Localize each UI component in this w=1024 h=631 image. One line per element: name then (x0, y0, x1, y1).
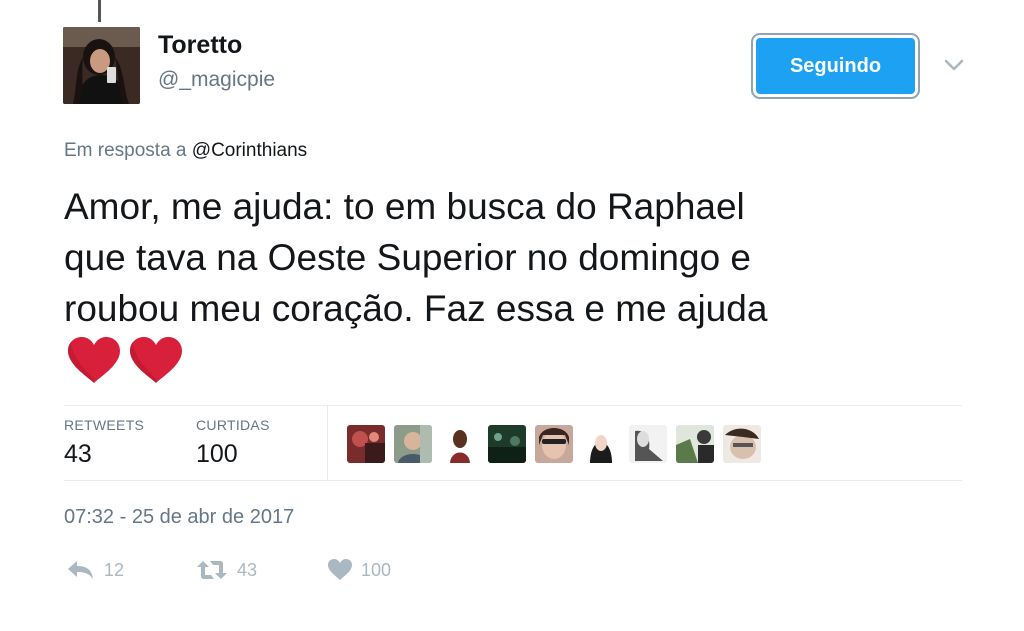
likes-stat[interactable]: CURTIDAS 100 (196, 417, 270, 469)
retweets-stat[interactable]: RETWEETS 43 (64, 417, 144, 469)
retweets-count: 43 (64, 440, 92, 468)
liker-avatars (347, 425, 761, 463)
stats-top-divider (64, 405, 962, 406)
reply-button[interactable]: 12 (66, 556, 124, 584)
reply-context: Em resposta a @Corinthians (64, 140, 307, 162)
liker-avatar[interactable] (347, 425, 385, 463)
avatar-photo (63, 27, 140, 104)
stats-bottom-divider (64, 480, 962, 481)
likes-count: 100 (196, 440, 238, 468)
tweet-timestamp[interactable]: 07:32 - 25 de abr de 2017 (64, 506, 294, 529)
like-count: 100 (361, 559, 392, 580)
tweet-text-line: que tava na Oeste Superior no domingo e (64, 237, 752, 278)
retweet-icon (197, 561, 227, 579)
author-display-name[interactable]: Toretto (158, 31, 242, 60)
retweet-button[interactable]: 43 (195, 556, 257, 584)
stats-separator (327, 406, 328, 481)
liker-avatar[interactable] (441, 425, 479, 463)
reply-count: 12 (104, 559, 125, 580)
reply-context-prefix: Em resposta a (64, 140, 187, 161)
liker-avatar[interactable] (488, 425, 526, 463)
retweet-count: 43 (237, 559, 258, 580)
chevron-down-icon[interactable] (940, 54, 968, 76)
liker-avatar[interactable] (582, 425, 620, 463)
author-avatar[interactable] (63, 27, 140, 104)
liker-avatar[interactable] (676, 425, 714, 463)
reply-arrow-icon (68, 561, 93, 579)
tweet-text-line: Amor, me ajuda: to em busca do Raphael (64, 186, 745, 227)
thread-connector-line (98, 0, 101, 22)
liker-avatar[interactable] (394, 425, 432, 463)
emoji-row (66, 335, 184, 387)
red-heart-emoji-icon (130, 337, 182, 383)
like-button[interactable]: 100 (327, 556, 391, 584)
red-heart-emoji-icon (68, 337, 120, 383)
retweets-label: RETWEETS (64, 417, 145, 433)
likes-label: CURTIDAS (196, 417, 270, 433)
following-button[interactable]: Seguindo (751, 33, 920, 99)
liker-avatar[interactable] (535, 425, 573, 463)
tweet-text: Amor, me ajuda: to em busca do Raphael q… (64, 181, 964, 334)
author-username[interactable]: @_magicpie (158, 68, 275, 92)
heart-icon (328, 559, 352, 580)
liker-avatar[interactable] (629, 425, 667, 463)
tweet-text-line: roubou meu coração. Faz essa e me ajuda (64, 288, 768, 329)
liker-avatar[interactable] (723, 425, 761, 463)
reply-mention-link[interactable]: @Corinthians (192, 140, 307, 161)
